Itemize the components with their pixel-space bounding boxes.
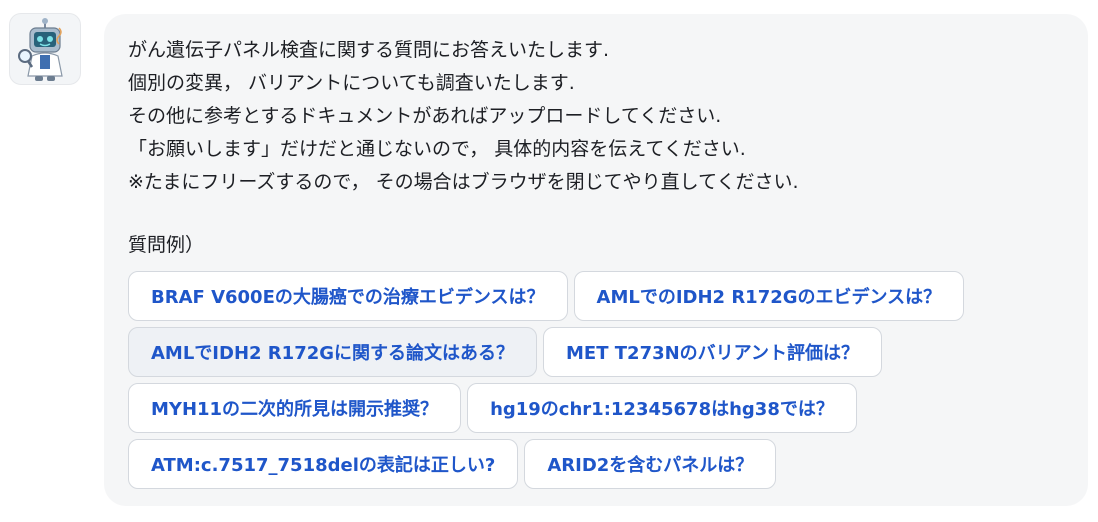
- example-question-button[interactable]: AMLでのIDH2 R172Gのエビデンスは？: [573, 271, 965, 321]
- assistant-message-bubble: がん遺伝子パネル検査に関する質問にお答えいたします. 個別の変異， バリアントに…: [104, 14, 1088, 506]
- example-question-button[interactable]: MYH11の二次的所見は開示推奨？: [128, 383, 462, 433]
- example-question-button[interactable]: ARID2を含むパネルは？: [524, 439, 777, 489]
- example-row: BRAF V600Eの大腸癌での治療エビデンスは？ AMLでのIDH2 R172…: [128, 271, 1068, 321]
- example-question-button[interactable]: hg19のchr1:12345678はhg38では？: [467, 383, 857, 433]
- message-line: その他に参考とするドキュメントがあればアップロードしてください.: [128, 105, 722, 127]
- assistant-avatar: [9, 13, 81, 85]
- example-row: ATM:c.7517_7518delの表記は正しい? ARID2を含むパネルは？: [128, 439, 1068, 489]
- examples-label: 質問例）: [128, 234, 205, 256]
- example-question-button[interactable]: BRAF V600Eの大腸癌での治療エビデンスは？: [128, 271, 568, 321]
- message-line: ※たまにフリーズするので， その場合はブラウザを閉じてやり直してください.: [128, 171, 799, 193]
- example-question-button[interactable]: MET T273Nのバリアント評価は？: [543, 327, 882, 377]
- example-row: MYH11の二次的所見は開示推奨？ hg19のchr1:12345678はhg3…: [128, 383, 1068, 433]
- assistant-message-text: がん遺伝子パネル検査に関する質問にお答えいたします. 個別の変異， バリアントに…: [128, 34, 1058, 199]
- message-line: がん遺伝子パネル検査に関する質問にお答えいたします.: [128, 39, 610, 61]
- robot-scientist-icon: [18, 18, 63, 81]
- example-question-button[interactable]: ATM:c.7517_7518delの表記は正しい?: [128, 439, 519, 489]
- message-line: 個別の変異， バリアントについても調査いたします.: [128, 72, 575, 94]
- example-question-list: BRAF V600Eの大腸癌での治療エビデンスは？ AMLでのIDH2 R172…: [128, 271, 1068, 495]
- message-line: 「お願いします」だけだと通じないので， 具体的内容を伝えてください.: [128, 138, 746, 160]
- example-question-button[interactable]: AMLでIDH2 R172Gに関する論文はある？: [128, 327, 538, 377]
- example-row: AMLでIDH2 R172Gに関する論文はある？ MET T273Nのバリアント…: [128, 327, 1068, 377]
